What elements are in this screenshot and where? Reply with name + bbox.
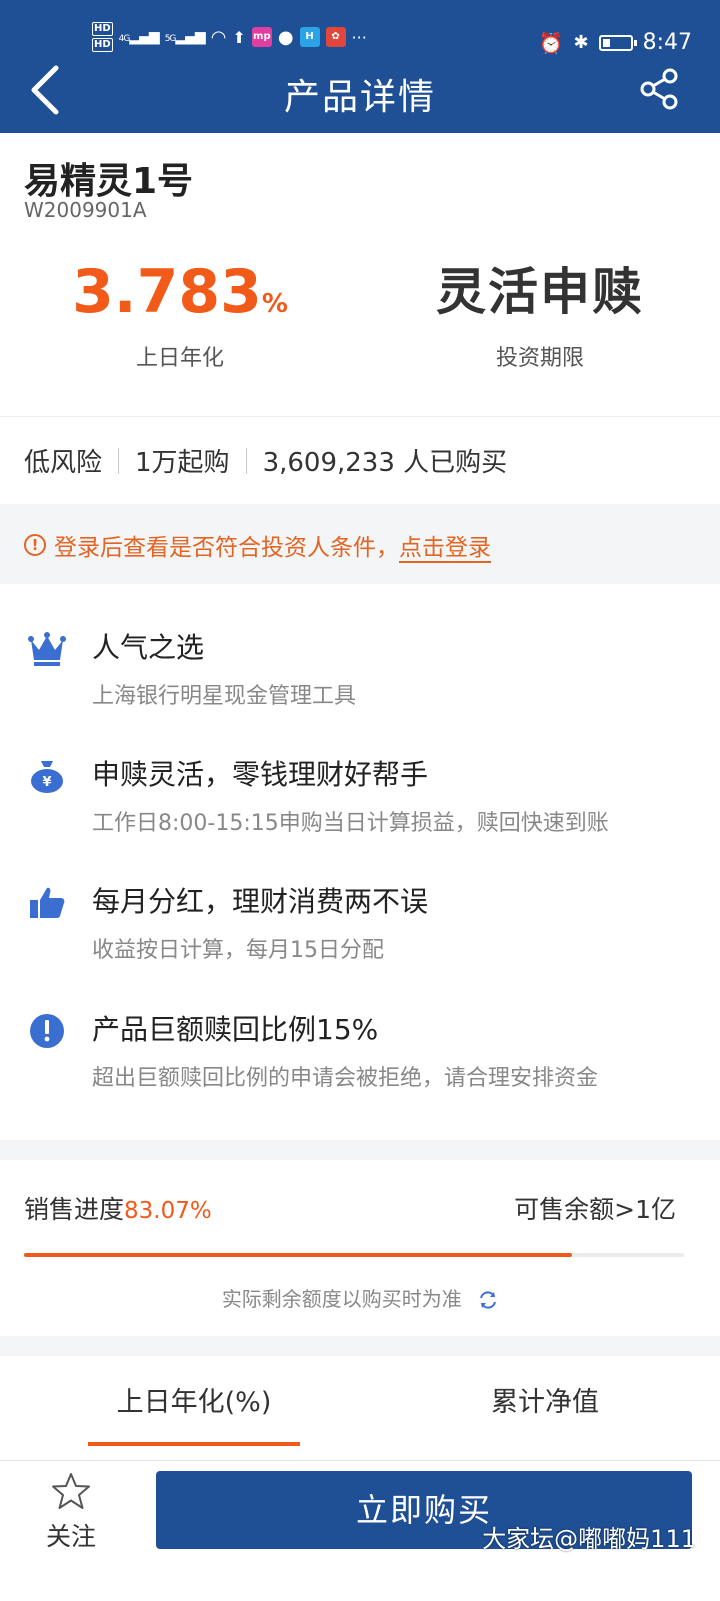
tab-cumulative-nav[interactable]: 累计净值 (440, 1380, 650, 1419)
feature-title: 人气之选 (92, 631, 205, 664)
thumbs-up-icon (30, 887, 65, 918)
warning-icon: ! (24, 534, 46, 556)
feature-desc: 上海银行明星现金管理工具 (92, 684, 357, 709)
buyers-tag: 3,609,233 人已购买 (262, 448, 508, 478)
rate-stat: 3.783% 上日年化 (60, 260, 300, 372)
tag-separator (245, 447, 247, 474)
risk-tag: 低风险 (24, 448, 103, 478)
clock: 8:47 (642, 30, 692, 55)
progress-note-text: 实际剩余额度以购买时为准 (221, 1287, 462, 1311)
page-title: 产品详情 (283, 77, 436, 118)
sales-label: 销售进度 (24, 1195, 125, 1224)
bluetooth-icon: ✱ (573, 32, 589, 53)
feature-desc: 工作日8:00-15:15申购当日计算损益，赎回快速到账 (92, 811, 609, 836)
signal-icon: 5G▂▄▆ (164, 29, 206, 45)
feature-item: 每月分红，理财消费两不误 收益按日计算，每月15日分配 (0, 880, 720, 970)
term-stat: 灵活申赎 投资期限 (420, 262, 660, 372)
sales-progress-bar (24, 1253, 684, 1257)
product-code: W2009901A (24, 198, 147, 222)
hd-badge: HD (92, 22, 113, 36)
app-h-icon: H (299, 27, 320, 47)
chat-bubble-icon: ● (277, 26, 294, 48)
feature-title: 申赎灵活，零钱理财好帮手 (92, 758, 429, 791)
feature-item: 人气之选 上海银行明星现金管理工具 (0, 626, 720, 716)
network-type: 5G (164, 34, 177, 44)
exclamation-icon (30, 1014, 64, 1048)
feature-desc: 收益按日计算，每月15日分配 (92, 938, 384, 963)
refresh-icon[interactable] (478, 1290, 498, 1310)
app-header: HD HD 4G▂▄▆ 5G▂▄▆ ◠ ⬆ mp ● H ✿ ··· ⏰ ✱ 8… (0, 0, 720, 133)
notice-text: 登录后查看是否符合投资人条件， (54, 535, 399, 561)
battery-icon (598, 34, 637, 51)
status-bar: HD HD 4G▂▄▆ 5G▂▄▆ ◠ ⬆ mp ● H ✿ ··· ⏰ ✱ 8… (0, 0, 720, 60)
login-link[interactable]: 点击登录 (399, 528, 491, 562)
section-gap (0, 1140, 720, 1160)
money-bag-icon: ¥ (31, 761, 63, 793)
more-icon: ··· (351, 27, 367, 47)
product-tags: 低风险 1万起购 3,609,233 人已购买 (24, 442, 507, 479)
sales-progress-fill (24, 1253, 573, 1257)
hd-badge: HD (92, 38, 113, 52)
min-buy-tag: 1万起购 (135, 448, 230, 478)
feature-item: 产品巨额赎回比例15% 超出巨额赎回比例的申请会被拒绝，请合理安排资金 (0, 1008, 720, 1098)
status-bar-left: HD HD 4G▂▄▆ 5G▂▄▆ ◠ ⬆ mp ● H ✿ ··· (92, 22, 367, 52)
follow-label: 关注 (45, 1522, 96, 1551)
progress-note: 实际剩余额度以购买时为准 (0, 1283, 720, 1312)
sales-progress-label: 销售进度83.07% (24, 1190, 212, 1226)
feature-title: 产品巨额赎回比例15% (92, 1013, 379, 1046)
login-notice: ! 登录后查看是否符合投资人条件， 点击登录 (0, 504, 720, 584)
share-button[interactable] (640, 68, 680, 110)
tab-yesterday-annualized[interactable]: 上日年化(%) (88, 1380, 300, 1419)
rate-value: 3.783 (72, 257, 262, 327)
tag-separator (118, 447, 120, 474)
wifi-icon: ◠ (210, 26, 227, 48)
feature-title: 每月分红，理财消费两不误 (92, 885, 429, 918)
term-value: 灵活申赎 (436, 263, 644, 321)
rate-display: 3.783% (60, 260, 300, 324)
product-name: 易精灵1号 (24, 161, 194, 202)
sales-percent: 83.07% (124, 1198, 212, 1224)
star-icon (52, 1473, 90, 1509)
term-label: 投资期限 (495, 346, 584, 371)
hd-indicators: HD HD (92, 22, 113, 52)
battery-fill (602, 38, 611, 47)
network-type: 4G (118, 34, 131, 44)
divider (0, 416, 720, 417)
rate-unit: % (261, 289, 288, 319)
login-notice-content: ! 登录后查看是否符合投资人条件， 点击登录 (24, 528, 491, 562)
active-tab-indicator (88, 1442, 300, 1446)
share-icon (640, 68, 678, 110)
app-flower-icon: ✿ (325, 27, 346, 47)
alarm-icon: ⏰ (538, 30, 564, 55)
crown-icon (28, 632, 66, 666)
feature-item: ¥ 申赎灵活，零钱理财好帮手 工作日8:00-15:15申购当日计算损益，赎回快… (0, 753, 720, 843)
watermark: 大家坛@嘟嘟妈111 (482, 1525, 696, 1553)
follow-button[interactable]: 关注 (30, 1471, 112, 1551)
feature-desc: 超出巨额赎回比例的申请会被拒绝，请合理安排资金 (92, 1066, 599, 1091)
bottom-action-bar: 关注 立即购买 大家坛@嘟嘟妈111 (0, 1460, 720, 1601)
signal-icon: 4G▂▄▆ (118, 29, 160, 45)
upload-icon: ⬆ (232, 27, 246, 47)
status-bar-right: ⏰ ✱ 8:47 (539, 30, 692, 55)
app-mp-icon: mp (251, 27, 272, 47)
rate-label: 上日年化 (135, 346, 224, 371)
svg-text:¥: ¥ (42, 775, 51, 790)
section-gap (0, 1336, 720, 1356)
remaining-amount: 可售余额>1亿 (514, 1195, 676, 1224)
